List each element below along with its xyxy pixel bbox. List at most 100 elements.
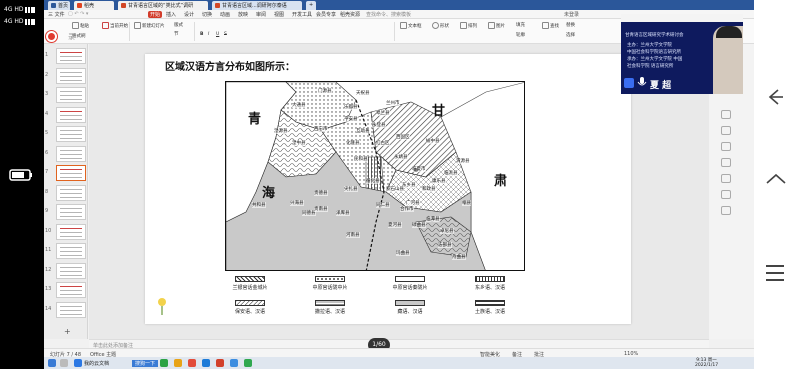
wps-icon[interactable] bbox=[188, 359, 196, 367]
tab-docer[interactable]: 稻壳 bbox=[74, 1, 114, 10]
strike-button[interactable]: S bbox=[224, 32, 227, 37]
slide-thumbnail[interactable] bbox=[56, 282, 86, 298]
slide-thumbnail[interactable] bbox=[56, 48, 86, 64]
app-icon[interactable] bbox=[74, 359, 82, 367]
menu-item-developer[interactable]: 开发工具 bbox=[292, 11, 312, 18]
slide-thumbnail[interactable] bbox=[56, 87, 86, 103]
italic-button[interactable]: I bbox=[208, 32, 209, 37]
browser-icon[interactable] bbox=[202, 359, 210, 367]
play-icon bbox=[102, 22, 109, 29]
home-icon bbox=[51, 3, 56, 8]
ppt-taskbar-icon[interactable] bbox=[216, 359, 224, 367]
slide-thumbnail[interactable] bbox=[56, 243, 86, 259]
current-slide[interactable]: 区域汉语方言分布如图所示： 青 甘 海 肃 门源县 大通县 乐都县 西宁市 平安… bbox=[145, 54, 631, 324]
layout-button[interactable]: 版式 bbox=[174, 22, 183, 28]
arrange-button[interactable]: 排列 bbox=[460, 22, 477, 29]
speaker-video[interactable]: 甘青语言区域研究学术研讨会 主办：兰州大学文学院 中国社会科学院语言研究所 承办… bbox=[621, 14, 743, 94]
paste-button[interactable]: 粘贴 bbox=[72, 22, 89, 29]
slide-thumbnail[interactable] bbox=[56, 262, 86, 279]
add-slide-button[interactable]: + bbox=[64, 327, 71, 336]
place-label: 共和县 bbox=[252, 202, 266, 208]
menu-file[interactable]: 三 文件 bbox=[48, 11, 65, 18]
new-tab-button[interactable]: + bbox=[306, 1, 316, 10]
slide-thumbnail[interactable] bbox=[56, 145, 86, 162]
place-label: 门源县 bbox=[318, 88, 332, 94]
desktop-screen: 首页 稻壳 甘青语言区域的“类比式”调研 甘青语言区域...调研阿尔泰语 + 三… bbox=[44, 0, 754, 369]
folder-icon[interactable] bbox=[174, 359, 182, 367]
account-status[interactable]: 未登录 bbox=[564, 11, 579, 18]
slide-thumbnail[interactable] bbox=[56, 67, 86, 84]
start-icon[interactable] bbox=[48, 359, 56, 367]
windows-taskbar: 我的云文档 搜狗一下 9:13 周一 2022/1/17 bbox=[44, 357, 754, 369]
wechat-icon[interactable] bbox=[160, 359, 168, 367]
place-label: 同仁县 bbox=[376, 202, 390, 208]
ppt-icon bbox=[215, 3, 220, 8]
microphone-icon bbox=[637, 77, 647, 86]
slide-thumbnail[interactable] bbox=[56, 184, 86, 201]
tab-document-1[interactable]: 甘青语言区域的“类比式”调研 bbox=[118, 1, 208, 10]
more-tools-icon[interactable] bbox=[721, 206, 731, 215]
menu-item-home[interactable]: 开始 bbox=[148, 11, 163, 18]
menu-item-member[interactable]: 会员专享 bbox=[316, 11, 336, 18]
property-icon[interactable] bbox=[721, 110, 731, 119]
taskbar-item-search[interactable]: 搜狗一下 bbox=[132, 360, 159, 367]
menu-item-insert[interactable]: 插入 bbox=[166, 11, 176, 18]
picture-icon bbox=[488, 22, 495, 29]
fill-button[interactable]: 填充 bbox=[516, 22, 525, 28]
slide-title[interactable]: 区域汉语方言分布如图所示： bbox=[165, 58, 295, 73]
home-nav-icon[interactable] bbox=[765, 173, 787, 193]
command-search-input[interactable]: 查找命令、搜索模板 bbox=[366, 11, 411, 18]
record-button[interactable] bbox=[46, 31, 57, 42]
province-label-su: 肃 bbox=[494, 174, 508, 189]
new-slide-button[interactable]: 新建幻灯片 bbox=[134, 22, 165, 29]
menu-item-slideshow[interactable]: 放映 bbox=[238, 11, 248, 18]
place-label: 迭部县 bbox=[438, 242, 452, 248]
slide-thumbnail[interactable] bbox=[56, 126, 86, 142]
notes-field[interactable]: 单击此处添加备注 bbox=[89, 339, 709, 349]
slide-thumbnail[interactable] bbox=[56, 106, 86, 123]
section-button[interactable]: 节 bbox=[174, 31, 179, 37]
tab-document-2[interactable]: 甘青语言区域...调研阿尔泰语 bbox=[212, 1, 302, 10]
search-icon[interactable] bbox=[60, 359, 68, 367]
replace-button[interactable]: 替换 bbox=[566, 22, 575, 28]
help-icon[interactable] bbox=[721, 190, 731, 199]
underline-button[interactable]: U bbox=[216, 32, 219, 37]
place-label: 临洮县 bbox=[444, 170, 458, 176]
menu-item-transition[interactable]: 切换 bbox=[202, 11, 212, 18]
app-green-icon[interactable] bbox=[244, 359, 252, 367]
legend-item: 中原官话陇中片 bbox=[295, 276, 365, 291]
slide-thumbnail[interactable] bbox=[56, 223, 86, 240]
menu-icon[interactable] bbox=[766, 265, 784, 281]
bold-button[interactable]: B bbox=[200, 32, 203, 37]
animation-pane-icon[interactable] bbox=[721, 126, 731, 135]
outline-button[interactable]: 轮廓 bbox=[516, 32, 525, 38]
slide-thumbnail[interactable] bbox=[56, 301, 86, 318]
menu-item-animation[interactable]: 动画 bbox=[220, 11, 230, 18]
select-button[interactable]: 选择 bbox=[566, 32, 575, 38]
dialect-map[interactable]: 青 甘 海 肃 门源县 大通县 乐都县 西宁市 平安县 湟中县 湟源县 化隆县 循化县 同仁县 贵德… bbox=[225, 81, 525, 271]
shape-button[interactable]: 形状 bbox=[432, 22, 449, 29]
thumbnail-number: 14 bbox=[45, 305, 52, 312]
place-label: 永登县 bbox=[372, 122, 386, 128]
thumbnail-number: 8 bbox=[45, 188, 49, 195]
menu-item-review[interactable]: 审阅 bbox=[256, 11, 266, 18]
menu-item-docer[interactable]: 稻壳资源 bbox=[340, 11, 360, 18]
menu-item-view[interactable]: 视图 bbox=[274, 11, 284, 18]
picture-button[interactable]: 图片 bbox=[488, 22, 505, 29]
legend-label: 中原官话陇中片 bbox=[312, 285, 348, 291]
slide-thumbnail[interactable] bbox=[56, 165, 86, 181]
taskbar-item-cloud[interactable]: 我的云文档 bbox=[84, 360, 109, 367]
thumbnail-number: 3 bbox=[45, 91, 49, 97]
resources-icon[interactable] bbox=[721, 174, 731, 183]
tab-home[interactable]: 首页 bbox=[48, 1, 70, 10]
textbox-button[interactable]: 文本框 bbox=[400, 22, 422, 29]
find-button[interactable]: 查找 bbox=[542, 22, 559, 29]
meeting-icon[interactable] bbox=[230, 359, 238, 367]
play-from-current-button[interactable]: 当前开始 bbox=[102, 22, 128, 29]
format-pane-icon[interactable] bbox=[721, 158, 731, 167]
slide-thumbnail[interactable] bbox=[56, 204, 86, 220]
arrange-icon bbox=[460, 22, 467, 29]
design-ideas-icon[interactable] bbox=[721, 142, 731, 151]
menu-item-design[interactable]: 设计 bbox=[184, 11, 194, 18]
back-icon[interactable] bbox=[766, 88, 784, 106]
